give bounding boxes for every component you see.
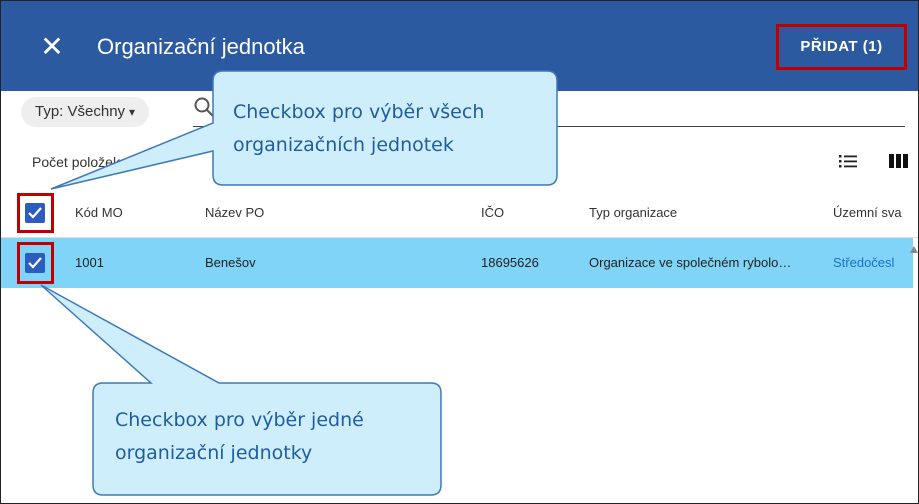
- callout-select-one-text: Checkbox pro výběr jedné organizační jed…: [115, 404, 364, 470]
- callout-select-all-text: Checkbox pro výběr všech organizačních j…: [233, 96, 484, 162]
- dialog-window: ✕ Organizační jednotka PŘIDAT (1) Typ: V…: [0, 0, 919, 504]
- callout-select-all-line1: Checkbox pro výběr všech: [233, 101, 485, 123]
- callout-select-one-line1: Checkbox pro výběr jedné: [115, 409, 364, 431]
- callout-select-one-line2: organizační jednotky: [115, 442, 313, 464]
- callout-select-all-line2: organizačních jednotek: [233, 134, 454, 156]
